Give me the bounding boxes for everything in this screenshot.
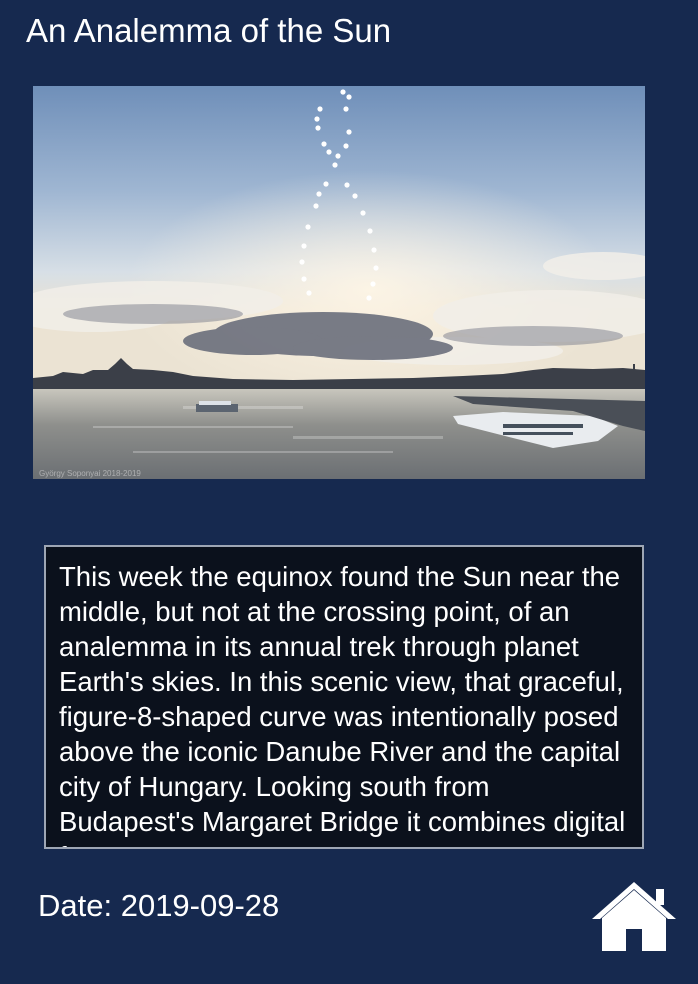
description-text: This week the equinox found the Sun near… [59, 561, 626, 847]
date-label: Date: 2019-09-28 [38, 888, 280, 923]
apod-photo: György Soponyai 2018-2019 [33, 86, 645, 479]
home-icon [592, 882, 676, 951]
page-title: An Analemma of the Sun [26, 12, 392, 49]
description-box[interactable]: This week the equinox found the Sun near… [44, 545, 644, 849]
svg-text:György Soponyai 2018-2019: György Soponyai 2018-2019 [39, 469, 141, 478]
home-button[interactable] [589, 879, 679, 953]
